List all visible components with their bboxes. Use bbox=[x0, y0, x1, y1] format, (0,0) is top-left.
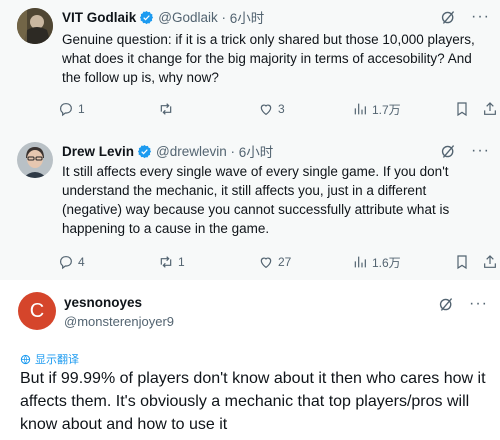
reply-icon bbox=[60, 256, 72, 270]
views-icon bbox=[354, 103, 366, 115]
header-actions: ··· bbox=[440, 7, 490, 27]
header-actions: ··· bbox=[440, 141, 490, 161]
tweet-header: VIT Godlaik @Godlaik · 6小时 ··· bbox=[62, 7, 490, 27]
avatar[interactable] bbox=[17, 142, 53, 178]
avatar[interactable]: C bbox=[18, 292, 56, 330]
like-button[interactable]: 3 bbox=[258, 101, 285, 117]
author-handle[interactable]: @Godlaik bbox=[158, 10, 217, 25]
reply-count: 1 bbox=[78, 102, 85, 116]
verified-badge-icon bbox=[137, 144, 152, 159]
share-icon bbox=[484, 102, 496, 115]
author-handle[interactable]: @drewlevin bbox=[156, 144, 227, 159]
translate-label: 显示翻译 bbox=[35, 354, 79, 366]
translate-icon bbox=[20, 354, 31, 364]
views-button[interactable]: 1.6万 bbox=[352, 254, 401, 271]
bookmark-button[interactable] bbox=[454, 254, 470, 270]
tweet-drewlevin[interactable]: Drew Levin @drewlevin · 6小时 ··· It still… bbox=[0, 134, 500, 280]
author-name[interactable]: yesnonoyes bbox=[64, 295, 142, 310]
retweet-button[interactable] bbox=[158, 101, 178, 117]
share-button[interactable] bbox=[482, 101, 498, 117]
bookmark-button[interactable] bbox=[454, 101, 470, 117]
action-bar: 4 1 27 1.6万 bbox=[58, 252, 496, 272]
header-actions: ··· bbox=[438, 294, 488, 314]
view-count: 1.6万 bbox=[372, 255, 401, 270]
tweet-godlaik[interactable]: VIT Godlaik @Godlaik · 6小时 ··· Genuine q… bbox=[0, 0, 500, 134]
more-icon[interactable]: ··· bbox=[469, 296, 488, 312]
retweet-icon bbox=[160, 103, 172, 115]
tweet-text: It still affects every single wave of ev… bbox=[62, 164, 450, 236]
like-count: 3 bbox=[278, 102, 285, 116]
reply-button[interactable]: 1 bbox=[58, 101, 85, 117]
share-icon bbox=[484, 255, 496, 268]
like-button[interactable]: 27 bbox=[258, 254, 291, 270]
retweet-count: 1 bbox=[178, 255, 185, 269]
views-icon bbox=[354, 256, 366, 268]
reply-icon bbox=[60, 103, 72, 117]
views-button[interactable]: 1.7万 bbox=[352, 101, 401, 118]
share-button[interactable] bbox=[482, 254, 498, 270]
view-count: 1.7万 bbox=[372, 102, 401, 117]
author-name[interactable]: VIT Godlaik bbox=[62, 10, 136, 25]
tweet-yesnonoyes[interactable]: C yesnonoyes @monsterenjoyer9 ··· 显示翻译 B… bbox=[0, 280, 500, 440]
timestamp[interactable]: 6小时 bbox=[230, 7, 265, 27]
tweet-header: Drew Levin @drewlevin · 6小时 ··· bbox=[62, 141, 490, 161]
dot-separator: · bbox=[217, 9, 230, 25]
like-icon bbox=[260, 104, 272, 116]
grok-icon[interactable] bbox=[438, 296, 455, 313]
grok-icon[interactable] bbox=[440, 9, 457, 26]
bookmark-icon bbox=[457, 255, 467, 270]
dot-separator: · bbox=[226, 143, 239, 159]
like-count: 27 bbox=[278, 255, 292, 269]
like-icon bbox=[260, 257, 272, 269]
more-icon[interactable]: ··· bbox=[471, 143, 490, 159]
more-icon[interactable]: ··· bbox=[471, 9, 490, 25]
timestamp[interactable]: 6小时 bbox=[239, 141, 274, 161]
retweet-icon bbox=[160, 256, 172, 268]
retweet-button[interactable]: 1 bbox=[158, 254, 185, 270]
bookmark-icon bbox=[457, 102, 467, 117]
tweet-text: But if 99.99% of players don't know abou… bbox=[20, 370, 486, 433]
reply-button[interactable]: 4 bbox=[58, 254, 85, 270]
translate-link[interactable]: 显示翻译 bbox=[20, 351, 79, 367]
verified-badge-icon bbox=[139, 10, 154, 25]
tweet-text: Genuine question: if it is a trick only … bbox=[62, 32, 475, 85]
author-handle[interactable]: @monsterenjoyer9 bbox=[64, 314, 174, 329]
author-name[interactable]: Drew Levin bbox=[62, 144, 134, 159]
grok-icon[interactable] bbox=[440, 143, 457, 160]
avatar[interactable] bbox=[17, 8, 53, 44]
reply-count: 4 bbox=[78, 255, 85, 269]
action-bar: 1 3 1.7万 bbox=[58, 99, 496, 119]
